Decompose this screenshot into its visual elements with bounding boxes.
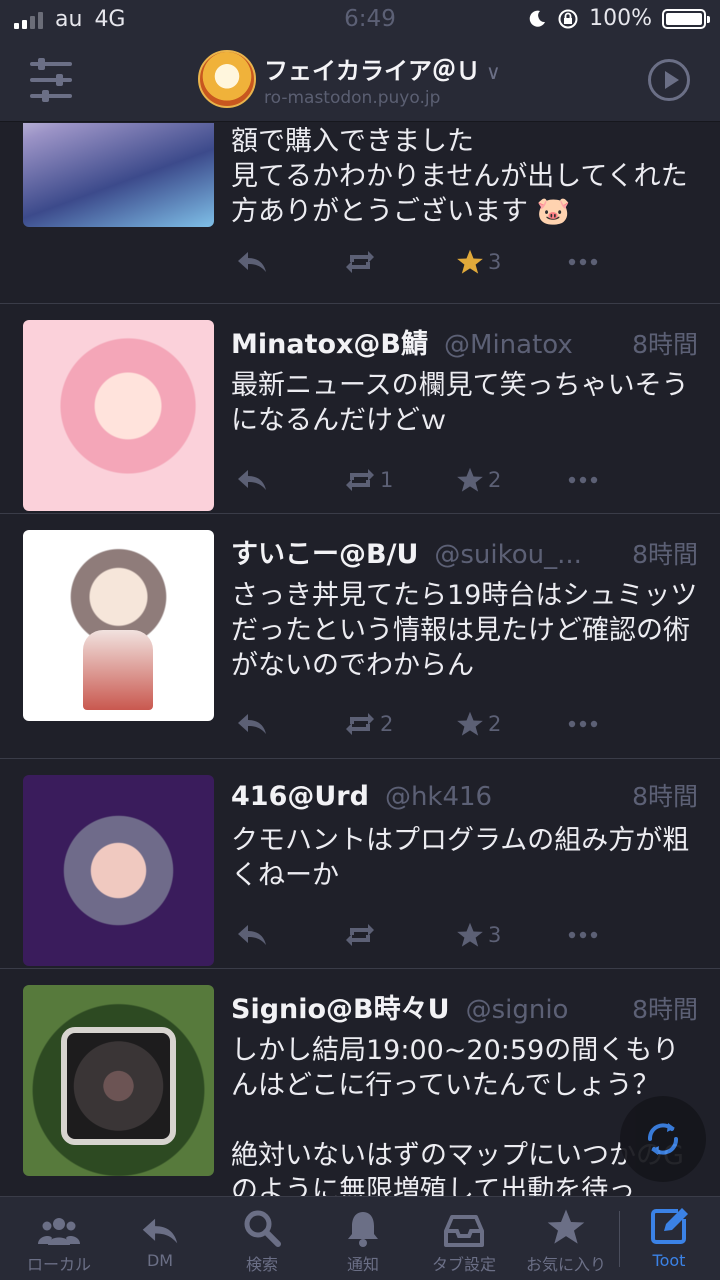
account-handle[interactable]: @signio (466, 995, 623, 1025)
favourite-button[interactable]: 3 (456, 248, 501, 276)
status-bar: au 4G 6:49 100% (0, 0, 720, 40)
post-time: 8時間 (632, 540, 698, 569)
avatar[interactable] (23, 775, 214, 966)
tab-notifications[interactable]: 通知 (313, 1197, 413, 1280)
chevron-down-icon: ∨ (486, 59, 501, 84)
reply-icon (238, 714, 266, 734)
post-content: さっき丼見てたら19時台はシュミッツだったという情報は見たけど確認の術がないので… (231, 580, 698, 681)
more-icon (568, 931, 598, 939)
more-icon (568, 476, 598, 484)
post-content: クモハントはプログラムの組み方が粗くねーか (231, 825, 690, 891)
battery-percent: 100% (589, 6, 652, 31)
compose-icon (651, 1208, 688, 1244)
more-button[interactable] (568, 258, 598, 266)
people-icon (38, 1218, 80, 1245)
reply-icon (238, 925, 266, 945)
moon-icon (529, 10, 546, 27)
star-icon (547, 1209, 585, 1244)
account-host: ro-mastodon.puyo.jp (264, 87, 441, 108)
more-icon (568, 720, 598, 728)
boost-icon (346, 251, 374, 273)
tab-search[interactable]: 検索 (212, 1197, 312, 1280)
reply-icon (238, 252, 266, 272)
boost-button[interactable] (344, 249, 380, 275)
favourite-button[interactable]: 2 (456, 710, 501, 738)
display-name[interactable]: Signio@B時々U (231, 987, 450, 1026)
more-button[interactable] (568, 476, 598, 484)
account-switcher[interactable]: フェイカライア＠Ｕ ∨ ro-mastodon.puyo.jp (198, 50, 501, 108)
boost-button[interactable]: 2 (344, 711, 393, 737)
reply-button[interactable] (236, 249, 268, 275)
reply-button[interactable] (236, 711, 268, 737)
tab-toot[interactable]: Toot (619, 1197, 719, 1280)
more-button[interactable] (568, 720, 598, 728)
account-avatar (198, 50, 256, 108)
boost-button[interactable]: 1 (344, 467, 393, 493)
search-icon (244, 1210, 281, 1247)
post-time: 8時間 (632, 330, 698, 359)
status-post[interactable]: Signio@B時々U @signio 8時間 しかし結局19:00~20:59… (0, 970, 720, 1196)
post-time: 8時間 (632, 995, 698, 1024)
boost-icon (346, 713, 374, 735)
avatar[interactable] (23, 985, 214, 1176)
account-name: フェイカライア＠Ｕ (264, 56, 480, 85)
avatar[interactable] (23, 320, 214, 511)
star-icon (457, 922, 483, 947)
account-handle[interactable]: @hk416 (385, 782, 622, 812)
star-icon (457, 711, 483, 736)
refresh-button[interactable] (620, 1096, 706, 1182)
more-button[interactable] (568, 931, 598, 939)
reply-icon (238, 470, 266, 490)
status-post[interactable]: Minatox@B鯖 @Minatox 8時間 最新ニュースの欄見て笑っちゃいそ… (0, 305, 720, 514)
avatar[interactable] (23, 530, 214, 721)
account-handle[interactable]: @suikou_... (434, 540, 622, 570)
boost-icon (346, 469, 374, 491)
avatar[interactable] (23, 123, 214, 227)
boost-button[interactable] (344, 922, 380, 948)
reply-button[interactable] (236, 467, 268, 493)
battery-icon (662, 8, 710, 29)
filter-settings-button[interactable] (30, 58, 74, 102)
post-content: 最新ニュースの欄見て笑っちゃいそうになるんだけどｗ (231, 370, 689, 436)
post-content: 額で購入できました 見てるかわかりませんが出してくれた方ありがとうございます 🐷 (231, 126, 688, 227)
tab-tab-settings[interactable]: タブ設定 (414, 1197, 514, 1280)
status-post[interactable]: すいこー@B/U @suikou_... 8時間 さっき丼見てたら19時台はシュ… (0, 515, 720, 759)
tab-dm[interactable]: DM (110, 1197, 210, 1280)
refresh-icon (648, 1123, 678, 1155)
account-handle[interactable]: @Minatox (444, 330, 622, 360)
status-post[interactable]: 額で購入できました 見てるかわかりませんが出してくれた方ありがとうございます 🐷… (0, 123, 720, 304)
play-stream-button[interactable] (648, 59, 690, 101)
post-time: 8時間 (632, 782, 698, 811)
timeline[interactable]: 額で購入できました 見てるかわかりませんが出してくれた方ありがとうございます 🐷… (0, 123, 720, 1196)
tab-favourites[interactable]: お気に入り (516, 1197, 616, 1280)
reply-button[interactable] (236, 922, 268, 948)
star-icon (457, 249, 483, 274)
favourite-button[interactable]: 2 (456, 466, 501, 494)
boost-icon (346, 924, 374, 946)
status-post[interactable]: 416@Urd @hk416 8時間 クモハントはプログラムの組み方が粗くねーか… (0, 760, 720, 969)
more-icon (568, 258, 598, 266)
star-icon (457, 467, 483, 492)
display-name[interactable]: すいこー@B/U (231, 532, 418, 571)
favourite-button[interactable]: 3 (456, 921, 501, 949)
bell-icon (348, 1212, 378, 1247)
inbox-icon (444, 1215, 484, 1247)
display-name[interactable]: 416@Urd (231, 781, 369, 812)
tab-local[interactable]: ローカル (9, 1197, 109, 1280)
tab-bar: ローカル DM 検索 通知 タブ設定 お気に入り Toot (0, 1196, 720, 1280)
app-header: フェイカライア＠Ｕ ∨ ro-mastodon.puyo.jp (0, 40, 720, 122)
display-name[interactable]: Minatox@B鯖 (231, 322, 428, 361)
reply-icon (142, 1218, 178, 1244)
rotation-lock-icon (558, 9, 578, 28)
